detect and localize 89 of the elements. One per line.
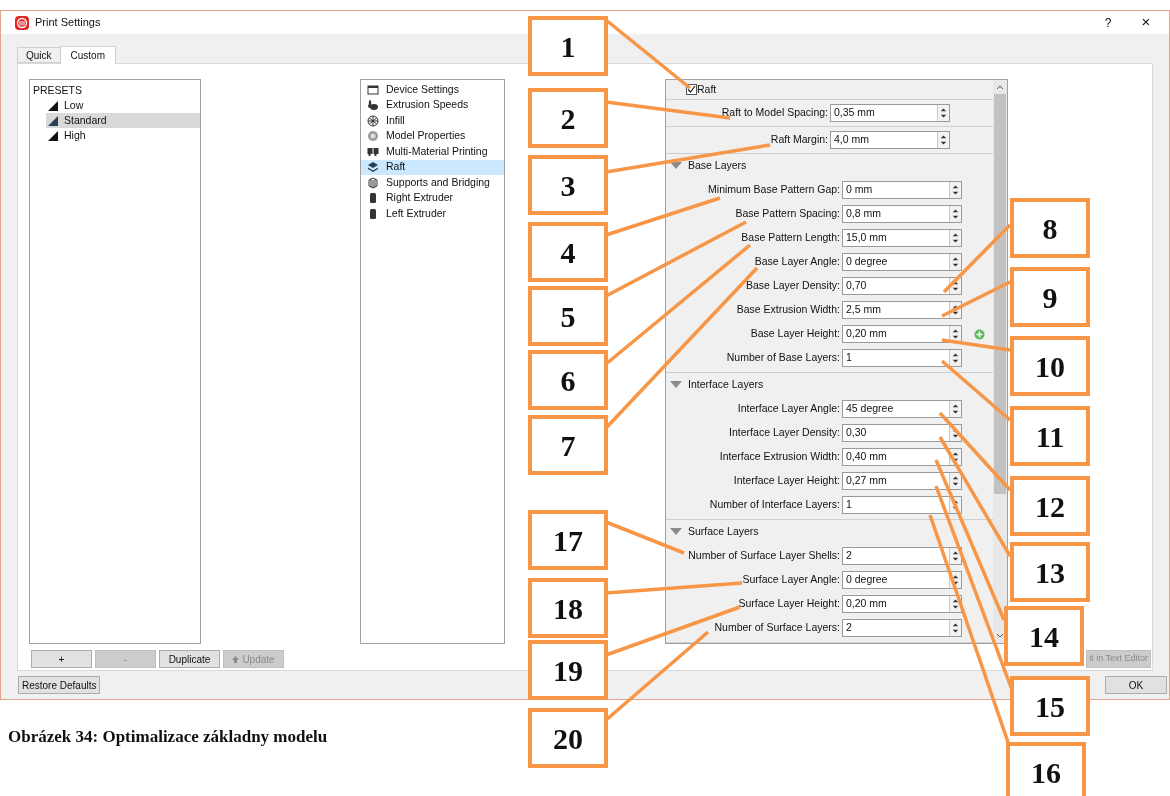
field-label: Base Layer Density: (745, 278, 841, 294)
wedge-icon (48, 115, 58, 126)
check-icon (687, 85, 696, 94)
field-label: Number of Base Layers: (725, 350, 841, 366)
callout-number: 4 (528, 222, 608, 282)
scrollbar[interactable] (993, 80, 1007, 643)
field-label: Number of Surface Layer Shells: (687, 548, 841, 564)
field-label: Base Extrusion Width: (735, 302, 841, 318)
callout-number: 9 (1010, 267, 1090, 327)
expand-arrow-icon[interactable] (670, 162, 682, 170)
field-label: Interface Layer Angle: (736, 401, 841, 417)
category-item[interactable]: Left Extruder (361, 206, 504, 222)
mesh-ball-icon (367, 114, 379, 127)
section-title: Base Layers (688, 158, 747, 174)
leader-line (940, 359, 1012, 422)
preset-button[interactable]: Duplicate (159, 650, 220, 668)
preset-item[interactable]: Standard (46, 113, 200, 128)
callout-number: 3 (528, 155, 608, 215)
field-label: Number of Interface Layers: (708, 497, 841, 513)
field-label: Interface Layer Height: (732, 473, 841, 489)
field-label: Number of Surface Layers: (713, 620, 841, 636)
field-label: Base Layer Height: (749, 326, 841, 342)
callout-number: 8 (1010, 198, 1090, 258)
figure-caption: Obrázek 34: Optimalizace základny modelu (8, 727, 328, 746)
presets-heading: PRESETS (32, 83, 83, 98)
section-title: Interface Layers (688, 377, 764, 393)
app-logo-icon (15, 15, 29, 30)
dialog-button[interactable]: Restore Defaults (18, 676, 101, 694)
callout-number: 15 (1010, 676, 1090, 736)
cube-icon (367, 176, 379, 189)
callout-number: 19 (528, 640, 608, 700)
expand-arrow-icon[interactable] (670, 381, 682, 389)
callout-number: 11 (1010, 406, 1090, 466)
callout-number: 17 (528, 510, 608, 570)
preset-item[interactable]: High (46, 128, 200, 143)
section-title: Surface Layers (688, 524, 759, 540)
callout-number: 2 (528, 88, 608, 148)
cartridge-icon (367, 207, 379, 220)
field-label: Raft Margin: (769, 132, 829, 148)
callout-number: 18 (528, 578, 608, 638)
field-label: Raft to Model Spacing: (720, 105, 829, 121)
dialog-button[interactable]: OK (1105, 676, 1167, 694)
wedge-icon (48, 100, 58, 111)
callout-number: 1 (528, 16, 608, 76)
leader-line (941, 338, 1011, 352)
category-item[interactable]: Infill (361, 113, 504, 129)
callout-number: 5 (528, 286, 608, 346)
category-item[interactable]: Model Properties (361, 128, 504, 144)
callout-number: 13 (1010, 542, 1090, 602)
preset-button[interactable]: + (31, 650, 92, 668)
field-label: Base Layer Angle: (753, 254, 841, 270)
category-item[interactable]: Extrusion Speeds (361, 97, 504, 113)
callout-number: 7 (528, 415, 608, 475)
category-item[interactable]: Supports and Bridging (361, 175, 504, 191)
rabbit-icon (367, 99, 379, 112)
target-icon (367, 130, 379, 143)
cartridge-icon (367, 192, 379, 205)
field-label: Base Pattern Spacing: (734, 206, 841, 222)
field-label: Surface Layer Angle: (741, 572, 841, 588)
window-title: Print Settings (35, 15, 101, 31)
preset-item[interactable]: Low (46, 98, 200, 113)
category-item[interactable]: Multi-Material Printing (361, 144, 504, 160)
field-label: Base Pattern Length: (740, 230, 841, 246)
pair-icon (367, 145, 379, 158)
field-label: Minimum Base Pattern Gap: (707, 182, 841, 198)
expand-arrow-icon[interactable] (670, 528, 682, 536)
wedge-icon (48, 130, 58, 141)
field-label: Surface Layer Height: (737, 596, 841, 612)
field-label: Interface Layer Density: (728, 425, 841, 441)
layers-icon (367, 161, 379, 174)
callout-number: 6 (528, 350, 608, 410)
callout-number: 14 (1004, 606, 1084, 666)
callout-number: 10 (1010, 336, 1090, 396)
category-item[interactable]: Device Settings (361, 82, 504, 98)
scroll-thumb[interactable] (994, 94, 1006, 494)
window-icon (367, 83, 379, 96)
tab[interactable]: Quick (17, 47, 60, 63)
callout-number: 20 (528, 708, 608, 768)
field-label: Interface Extrusion Width: (718, 449, 841, 465)
category-item[interactable]: Right Extruder (361, 190, 504, 206)
checkbox-label: Raft (697, 81, 717, 97)
tab[interactable]: Custom (59, 46, 116, 64)
callout-number: 12 (1010, 476, 1090, 536)
checkbox[interactable] (686, 84, 697, 95)
category-item[interactable]: Raft (361, 159, 504, 175)
help-button[interactable]: ? (1093, 13, 1123, 32)
callout-number: 16 (1006, 742, 1086, 796)
close-button[interactable]: × (1123, 11, 1169, 34)
up-arrow-icon (232, 655, 240, 663)
